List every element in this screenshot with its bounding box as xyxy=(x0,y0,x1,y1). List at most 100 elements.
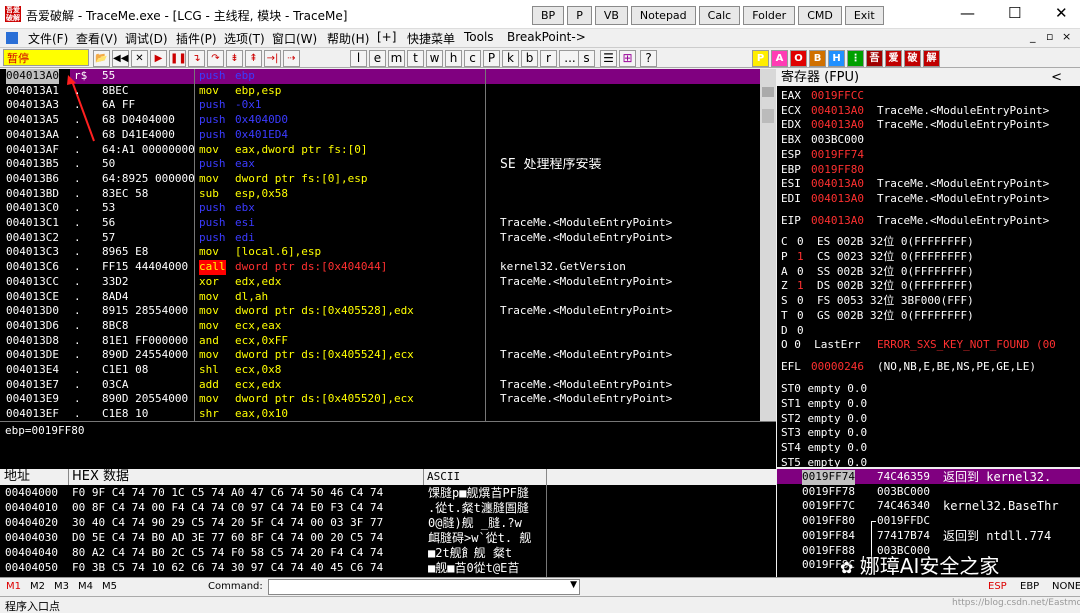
dropdown-arrow-icon[interactable]: ▼ xyxy=(570,580,577,590)
disasm-address[interactable]: 004013E4 xyxy=(6,363,59,378)
disasm-mnemonic[interactable]: mov xyxy=(199,290,219,305)
disasm-address[interactable]: 004013AF xyxy=(6,143,59,158)
memory-tab-M4[interactable]: M4 xyxy=(78,581,93,592)
help-icon[interactable]: ? xyxy=(640,50,657,67)
dump-address[interactable]: 00404050 xyxy=(5,561,58,576)
disasm-address[interactable]: 004013AA xyxy=(6,128,59,143)
rewind-icon[interactable]: ◀◀ xyxy=(112,50,129,67)
disasm-mnemonic[interactable]: mov xyxy=(199,172,219,187)
dump-ascii[interactable]: 衈膖碍>w`從t. 舰 xyxy=(428,531,546,546)
disasm-operands[interactable]: esp,0x58 xyxy=(235,187,485,202)
register-value[interactable]: 004013A0 xyxy=(811,118,864,132)
menu-item-10[interactable]: BreakPoint-> xyxy=(507,30,586,44)
stack-address[interactable]: 0019FF78 xyxy=(802,485,855,500)
toolbar-plugin-9-button[interactable]: 解 xyxy=(923,50,940,67)
disasm-operands[interactable]: eax,dword ptr fs:[0] xyxy=(235,143,485,158)
toolbar-plugin-8-button[interactable]: 破 xyxy=(904,50,921,67)
disasm-address[interactable]: 004013A3 xyxy=(6,98,59,113)
menu-item-2[interactable]: 调试(D) xyxy=(125,30,168,47)
dump-hex[interactable]: 30 40 C4 74 90 29 C5 74 20 5F C4 74 00 0… xyxy=(72,516,422,531)
disasm-mnemonic[interactable]: shr xyxy=(199,407,219,421)
toolbar-plugin-5-button[interactable]: ⋮ xyxy=(847,50,864,67)
dump-hex[interactable]: F0 3B C5 74 10 62 C6 74 30 97 C4 74 40 4… xyxy=(72,561,422,576)
stack-value[interactable]: 77417B74 xyxy=(877,529,930,544)
disasm-bytes[interactable]: 64:A1 00000000 xyxy=(102,143,194,158)
disasm-address[interactable]: 004013D6 xyxy=(6,319,59,334)
dump-ascii[interactable]: 0@膖)舰 _膖.?w xyxy=(428,516,546,531)
menu-item-0[interactable]: 文件(F) xyxy=(28,30,68,47)
stack-value[interactable]: 74C46340 xyxy=(877,499,930,514)
flag-Z-value[interactable]: 1 xyxy=(797,279,804,293)
dump-col-ascii[interactable]: ASCII xyxy=(427,469,460,485)
dump-ascii[interactable]: 馃膖p■舰熼苩PF膖 xyxy=(428,486,546,501)
registers-pane[interactable]: 寄存器 (FPU) < EAX 0019FFCC ECX 004013A0 TraceM… xyxy=(777,69,1080,467)
trace-over-icon[interactable]: ⇞ xyxy=(245,50,262,67)
memory-tab-M3[interactable]: M3 xyxy=(54,581,69,592)
disasm-bytes[interactable]: C1E8 10 xyxy=(102,407,194,421)
stack-address[interactable]: 0019FF84 xyxy=(802,529,855,544)
dump-address[interactable]: 00404010 xyxy=(5,501,58,516)
disasm-bytes[interactable]: FF15 44404000 xyxy=(102,260,194,275)
toolbar-plugin-4-button[interactable]: H xyxy=(828,50,845,67)
flag-D-value[interactable]: 0 xyxy=(797,324,804,338)
disasm-operands[interactable]: ebp xyxy=(235,69,485,84)
dump-address[interactable]: 00404000 xyxy=(5,486,58,501)
disasm-address[interactable]: 004013C6 xyxy=(6,260,59,275)
toolbar-window-5-button[interactable]: h xyxy=(445,50,462,67)
menu-item-4[interactable]: 选项(T) xyxy=(224,30,265,47)
disasm-address[interactable]: 004013BD xyxy=(6,187,59,202)
toolbar-plugin-3-button[interactable]: B xyxy=(809,50,826,67)
disasm-address[interactable]: 004013D0 xyxy=(6,304,59,319)
dump-col-hex[interactable]: HEX 数据 xyxy=(72,469,129,485)
disasm-operands[interactable]: ebx xyxy=(235,201,485,216)
close-file-icon[interactable]: ✕ xyxy=(131,50,148,67)
quick-button-p[interactable]: P xyxy=(567,6,592,25)
disasm-operands[interactable]: edx,edx xyxy=(235,275,485,290)
register-value[interactable]: 0019FF74 xyxy=(811,148,864,162)
efl-value[interactable]: 00000246 xyxy=(811,360,864,374)
dump-address[interactable]: 00404040 xyxy=(5,546,58,561)
disasm-bytes[interactable]: 81E1 FF000000 xyxy=(102,334,194,349)
register-follow-NONE[interactable]: NONE xyxy=(1052,581,1080,592)
menu-item-7[interactable]: [+] xyxy=(377,30,396,44)
disasm-mnemonic[interactable]: mov xyxy=(199,348,219,363)
stack-address[interactable]: 0019FF74 xyxy=(802,470,855,485)
dump-address[interactable]: 00404020 xyxy=(5,516,58,531)
menu-item-1[interactable]: 查看(V) xyxy=(76,30,118,47)
disasm-bytes[interactable]: 57 xyxy=(102,231,194,246)
disasm-bytes[interactable]: 03CA xyxy=(102,378,194,393)
disasm-mnemonic[interactable]: push xyxy=(199,201,226,216)
disasm-mnemonic[interactable]: push xyxy=(199,231,226,246)
quick-button-bp[interactable]: BP xyxy=(532,6,565,25)
disasm-operands[interactable]: ecx,0x8 xyxy=(235,363,485,378)
disasm-mnemonic[interactable]: mov xyxy=(199,304,219,319)
disasm-bytes[interactable]: 8915 28554000 xyxy=(102,304,194,319)
disasm-address[interactable]: 004013CE xyxy=(6,290,59,305)
toolbar-window-12-button[interactable]: s xyxy=(578,50,595,67)
disasm-mnemonic[interactable]: mov xyxy=(199,84,219,99)
disasm-bytes[interactable]: 6A FF xyxy=(102,98,194,113)
quick-button-calc[interactable]: Calc xyxy=(698,6,741,25)
memory-tab-M1[interactable]: M1 xyxy=(6,581,21,592)
run-icon[interactable]: ▶ xyxy=(150,50,167,67)
dump-hex[interactable]: 00 8F C4 74 00 F4 C4 74 C0 97 C4 74 E0 F… xyxy=(72,501,422,516)
dump-hex[interactable]: 80 A2 C4 74 B0 2C C5 74 F0 58 C5 74 20 F… xyxy=(72,546,422,561)
quick-button-notepad[interactable]: Notepad xyxy=(630,6,696,25)
memory-dump-pane[interactable]: 地址 HEX 数据 ASCII 00404000 F0 9F C4 74 70 1… xyxy=(0,469,776,577)
disasm-address[interactable]: 004013C1 xyxy=(6,216,59,231)
chevron-left-icon[interactable]: < xyxy=(1051,69,1062,86)
step-over-icon[interactable]: ↷ xyxy=(207,50,224,67)
disasm-bytes[interactable]: 33D2 xyxy=(102,275,194,290)
disasm-operands[interactable]: -0x1 xyxy=(235,98,485,113)
stack-address[interactable]: 0019FF7C xyxy=(802,499,855,514)
disasm-mnemonic[interactable]: mov xyxy=(199,392,219,407)
quick-button-folder[interactable]: Folder xyxy=(743,6,796,25)
disasm-bytes[interactable]: 53 xyxy=(102,201,194,216)
disasm-mnemonic[interactable]: push xyxy=(199,69,226,84)
disasm-bytes[interactable]: 68 D41E4000 xyxy=(102,128,194,143)
stack-address[interactable]: 0019FF80 xyxy=(802,514,855,529)
toolbar-window-6-button[interactable]: c xyxy=(464,50,481,67)
dump-hex[interactable]: D0 5E C4 74 B0 AD 3E 77 60 8F C4 74 00 2… xyxy=(72,531,422,546)
mdi-restore-icon[interactable]: ▫ xyxy=(1046,30,1053,43)
disasm-address[interactable]: 004013C0 xyxy=(6,201,59,216)
